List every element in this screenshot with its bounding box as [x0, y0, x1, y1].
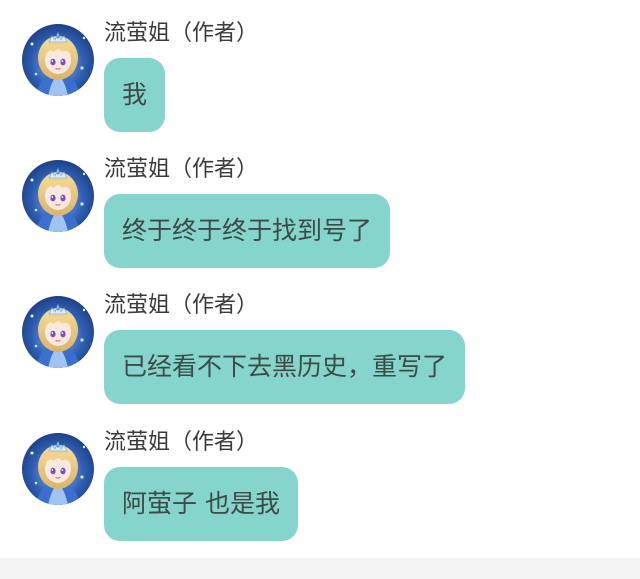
- sender-name: 流萤姐（作者）: [104, 293, 259, 318]
- avatar[interactable]: [22, 160, 94, 232]
- sender-name: 流萤姐（作者）: [104, 21, 259, 46]
- message-bubble[interactable]: 我: [104, 58, 166, 132]
- anime-girl-avatar-icon: [22, 433, 94, 505]
- anime-girl-avatar-icon: [22, 160, 94, 232]
- avatar[interactable]: [22, 433, 94, 505]
- sender-name: 流萤姐（作者）: [104, 430, 259, 455]
- anime-girl-avatar-icon: [22, 296, 94, 368]
- message-bubble[interactable]: 终于终于终于找到号了: [104, 194, 391, 268]
- message-bubble[interactable]: 已经看不下去黑历史，重写了: [104, 330, 466, 404]
- avatar[interactable]: [22, 296, 94, 368]
- message-bubble[interactable]: 阿萤子 也是我: [104, 467, 298, 541]
- bottom-bar: [0, 558, 640, 579]
- sender-name: 流萤姐（作者）: [104, 157, 259, 182]
- avatar[interactable]: [22, 24, 94, 96]
- anime-girl-avatar-icon: [22, 24, 94, 96]
